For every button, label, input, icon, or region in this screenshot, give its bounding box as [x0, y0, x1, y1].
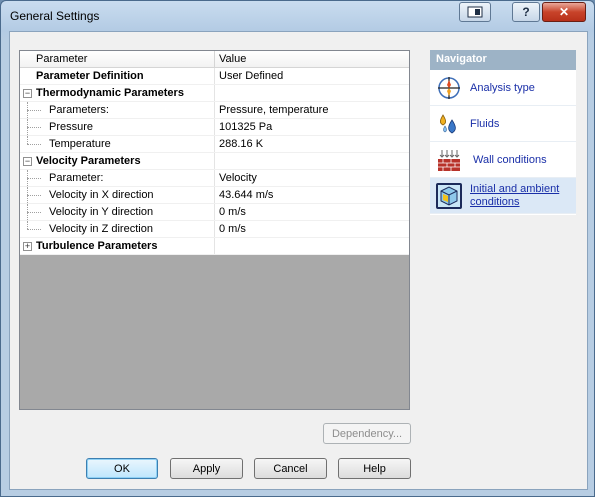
- table-row[interactable]: Temperature 288.16 K: [20, 136, 409, 153]
- nav-item-fluids[interactable]: Fluids: [430, 106, 576, 142]
- ok-button[interactable]: OK: [86, 458, 158, 479]
- row-label-cell: Velocity in Z direction: [20, 221, 215, 237]
- wall-conditions-icon: [437, 148, 461, 172]
- table-row[interactable]: Pressure 101325 Pa: [20, 119, 409, 136]
- row-value: [215, 238, 409, 254]
- navigator-title: Navigator: [430, 50, 576, 70]
- row-label-cell: Temperature: [20, 136, 215, 152]
- fluids-icon: [437, 112, 461, 136]
- row-label-cell: − Thermodynamic Parameters: [20, 85, 215, 101]
- analysis-type-icon: [437, 76, 461, 100]
- nav-item-label[interactable]: Fluids: [470, 118, 499, 130]
- row-label: Velocity Parameters: [36, 155, 141, 167]
- parameter-grid[interactable]: Parameter Value Parameter Definition Use…: [19, 50, 410, 410]
- row-value[interactable]: 43.644 m/s: [215, 187, 409, 203]
- table-row[interactable]: − Velocity Parameters: [20, 153, 409, 170]
- collapse-icon[interactable]: −: [23, 89, 32, 98]
- nav-item-label[interactable]: Analysis type: [470, 82, 535, 94]
- row-value[interactable]: 288.16 K: [215, 136, 409, 152]
- help-button[interactable]: Help: [338, 458, 411, 479]
- close-button[interactable]: ✕: [542, 2, 586, 22]
- header-value[interactable]: Value: [215, 51, 409, 67]
- row-value: [215, 85, 409, 101]
- table-row[interactable]: + Turbulence Parameters: [20, 238, 409, 255]
- row-label-cell: − Velocity Parameters: [20, 153, 215, 169]
- context-help-toggle-icon[interactable]: [459, 2, 491, 22]
- row-value[interactable]: 0 m/s: [215, 221, 409, 237]
- row-label-cell: + Turbulence Parameters: [20, 238, 215, 254]
- row-value[interactable]: Pressure, temperature: [215, 102, 409, 118]
- table-row[interactable]: − Thermodynamic Parameters: [20, 85, 409, 102]
- navigator-panel: Navigator Analysis type Fluids Wall cond…: [430, 50, 576, 215]
- row-value[interactable]: 0 m/s: [215, 204, 409, 220]
- window-title: General Settings: [10, 9, 100, 23]
- header-parameter[interactable]: Parameter: [20, 51, 215, 67]
- dependency-button[interactable]: Dependency...: [323, 423, 411, 444]
- row-label: Turbulence Parameters: [36, 240, 158, 252]
- nav-item-analysis-type[interactable]: Analysis type: [430, 70, 576, 106]
- row-value[interactable]: User Defined: [215, 68, 409, 84]
- apply-button[interactable]: Apply: [170, 458, 243, 479]
- nav-item-label[interactable]: Initial and ambient conditions: [470, 183, 570, 209]
- row-label-cell: Pressure: [20, 119, 215, 135]
- row-label: Thermodynamic Parameters: [36, 87, 184, 99]
- general-settings-window: General Settings ? ✕ Parameter Value Par…: [0, 0, 595, 497]
- row-label: Velocity in Z direction: [49, 223, 153, 235]
- nav-item-wall-conditions[interactable]: Wall conditions: [430, 142, 576, 178]
- row-label: Temperature: [49, 138, 111, 150]
- grid-header: Parameter Value: [20, 51, 409, 68]
- row-label-cell: Velocity in Y direction: [20, 204, 215, 220]
- row-label: Parameter:: [49, 172, 104, 184]
- table-row[interactable]: Parameter: Velocity: [20, 170, 409, 187]
- collapse-icon[interactable]: −: [23, 157, 32, 166]
- table-row[interactable]: Velocity in Z direction 0 m/s: [20, 221, 409, 238]
- table-row[interactable]: Velocity in X direction 43.644 m/s: [20, 187, 409, 204]
- expand-icon[interactable]: +: [23, 242, 32, 251]
- row-label-cell: Parameters:: [20, 102, 215, 118]
- table-row[interactable]: Velocity in Y direction 0 m/s: [20, 204, 409, 221]
- row-label: Pressure: [49, 121, 94, 133]
- row-label: Velocity in X direction: [49, 189, 154, 201]
- row-label: Velocity in Y direction: [49, 206, 154, 218]
- cancel-button[interactable]: Cancel: [254, 458, 327, 479]
- table-row[interactable]: Parameter Definition User Defined: [20, 68, 409, 85]
- row-label: Parameters:: [49, 104, 109, 116]
- row-label: Parameter Definition: [20, 68, 215, 84]
- row-label-cell: Velocity in X direction: [20, 187, 215, 203]
- row-value[interactable]: 101325 Pa: [215, 119, 409, 135]
- nav-item-label[interactable]: Wall conditions: [473, 154, 547, 166]
- table-row[interactable]: Parameters: Pressure, temperature: [20, 102, 409, 119]
- initial-conditions-icon: [436, 183, 462, 209]
- help-icon[interactable]: ?: [512, 2, 540, 22]
- row-value[interactable]: Velocity: [215, 170, 409, 186]
- row-label-cell: Parameter:: [20, 170, 215, 186]
- row-value: [215, 153, 409, 169]
- nav-item-initial-ambient-conditions[interactable]: Initial and ambient conditions: [430, 178, 576, 214]
- dialog-body: Parameter Value Parameter Definition Use…: [9, 31, 588, 490]
